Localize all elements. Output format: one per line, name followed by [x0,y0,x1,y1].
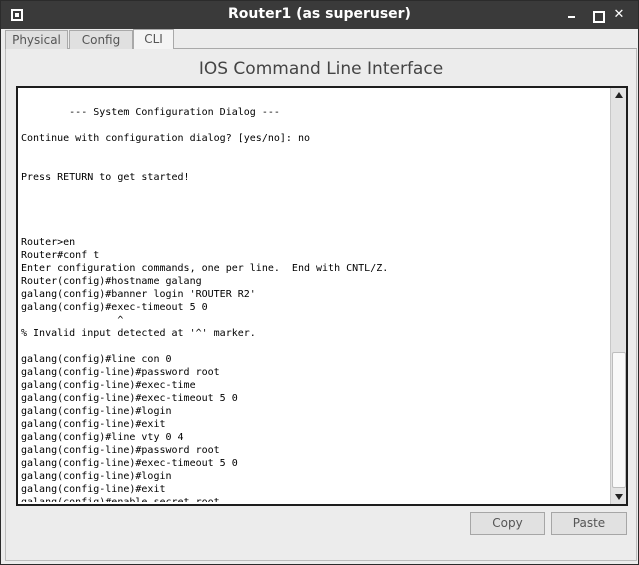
minimize-icon[interactable] [564,7,580,23]
console-output[interactable]: --- System Configuration Dialog --- Cont… [21,93,607,502]
window-title: Router1 (as superuser) [228,6,411,22]
tab-cli[interactable]: CLI [133,29,174,49]
scroll-thumb[interactable] [612,352,626,488]
page-title: IOS Command Line Interface [198,59,444,79]
router-window: Router1 (as superuser) ✕ Physical Config… [0,0,639,565]
console-text: --- System Configuration Dialog --- Cont… [21,107,389,502]
scroll-down-arrow-icon[interactable] [612,491,626,503]
scroll-up-arrow-icon[interactable] [612,89,626,101]
vertical-scrollbar[interactable] [610,88,626,504]
paste-button[interactable]: Paste [551,512,627,535]
title-bar[interactable]: Router1 (as superuser) ✕ [1,1,638,29]
close-icon[interactable]: ✕ [611,7,627,23]
tab-bar: Physical Config CLI [5,29,637,49]
copy-button[interactable]: Copy [470,512,545,535]
maximize-icon[interactable] [589,7,605,23]
cli-terminal[interactable]: --- System Configuration Dialog --- Cont… [16,86,628,506]
cli-panel: IOS Command Line Interface --- System Co… [5,49,637,561]
tab-physical[interactable]: Physical [5,30,68,49]
tab-config[interactable]: Config [69,30,133,49]
